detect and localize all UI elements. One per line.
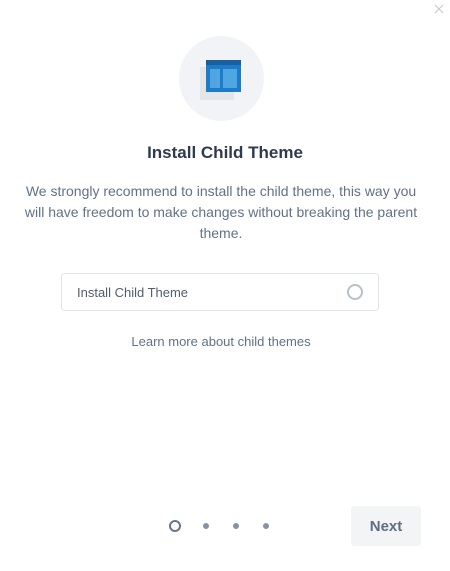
learn-more-link[interactable]: Learn more about child themes [0,334,442,349]
close-icon[interactable] [432,2,446,16]
install-child-theme-dialog: Install Child Theme We strongly recommen… [0,0,450,571]
install-child-theme-option[interactable]: Install Child Theme [61,273,379,311]
step-dot-3[interactable] [233,523,239,529]
step-dot-4[interactable] [263,523,269,529]
install-child-theme-radio[interactable] [347,284,363,300]
child-theme-layout-icon [200,60,241,100]
step-dot-1[interactable] [169,520,181,532]
dialog-title: Install Child Theme [147,143,303,162]
next-button[interactable]: Next [351,506,421,546]
install-child-theme-label: Install Child Theme [77,285,189,300]
dialog-description: We strongly recommend to install the chi… [24,183,418,241]
hero-icon-circle [179,36,264,121]
step-dot-2[interactable] [203,523,209,529]
